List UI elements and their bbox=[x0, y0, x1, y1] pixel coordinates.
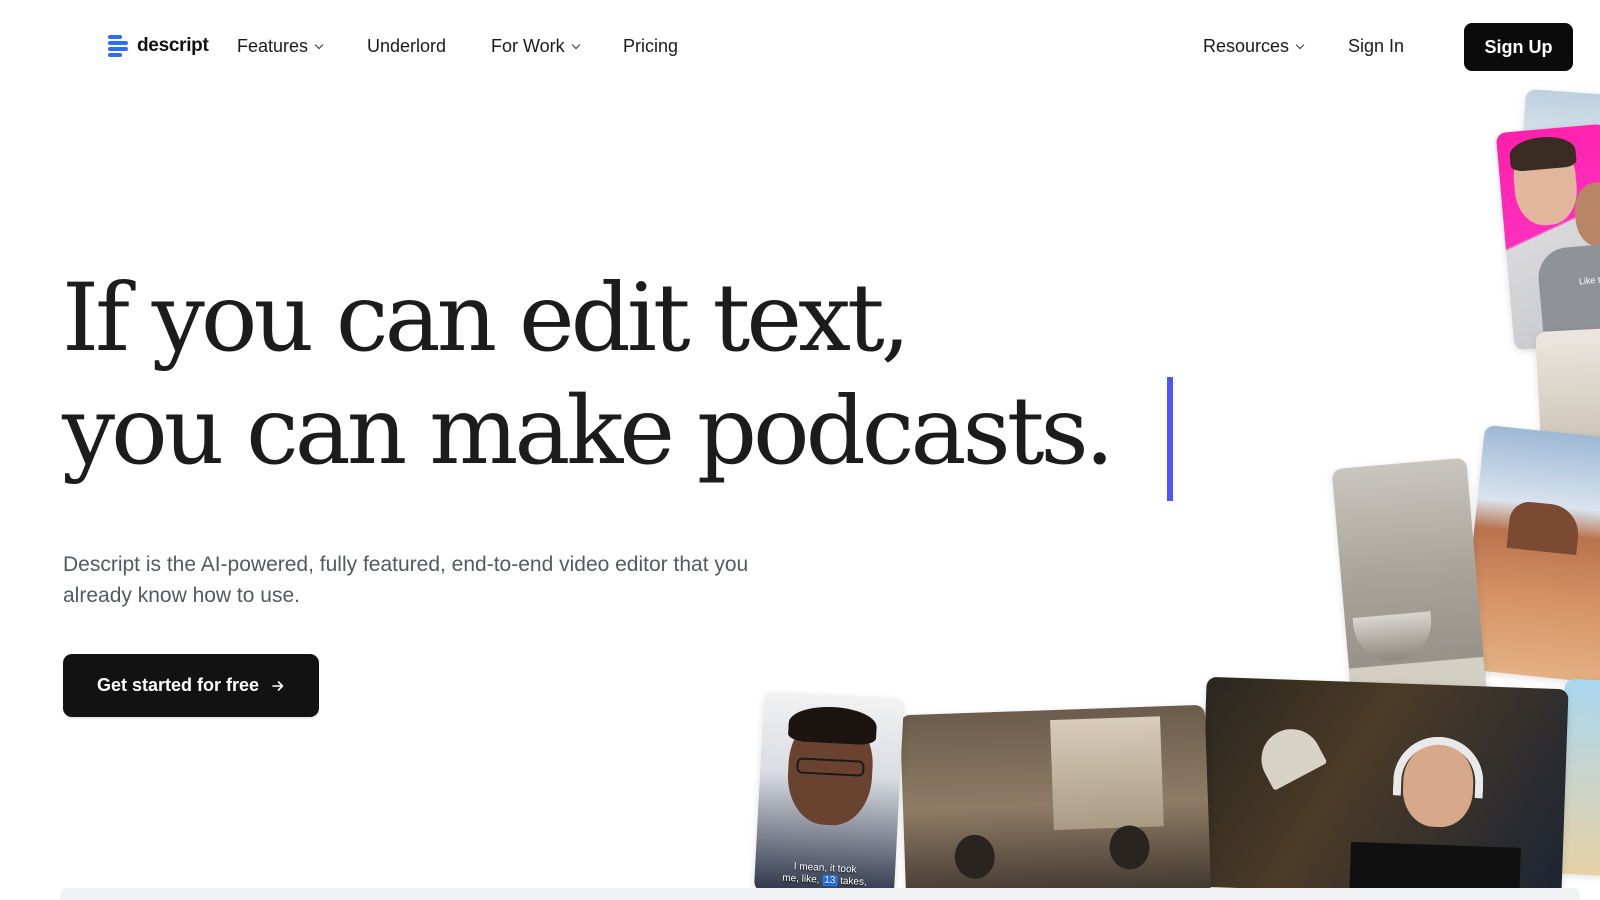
top-nav: descript Features Underlord For Work Pri… bbox=[0, 0, 1600, 96]
hero-subtitle: Descript is the AI-powered, fully featur… bbox=[63, 553, 749, 607]
page: descript Features Underlord For Work Pri… bbox=[0, 0, 1600, 900]
podcast-studio-video-thumbnail bbox=[899, 704, 1212, 900]
descript-logo[interactable]: descript bbox=[108, 33, 209, 59]
get-started-button[interactable]: Get started for free bbox=[63, 654, 319, 717]
interior-thumbnail bbox=[1535, 327, 1600, 443]
host-one bbox=[954, 834, 996, 880]
sign-up-button[interactable]: Sign Up bbox=[1464, 23, 1573, 71]
text-cursor bbox=[1167, 377, 1173, 501]
host-two bbox=[1108, 824, 1151, 871]
chevron-down-icon bbox=[314, 40, 324, 49]
headline-line-2: you can make podcasts. bbox=[62, 377, 1115, 486]
nav-underlord-label: Underlord bbox=[367, 36, 447, 56]
window-light bbox=[1050, 716, 1164, 831]
nav-resources-label: Resources bbox=[1203, 36, 1290, 56]
headline-line-1: If you can edit text, bbox=[62, 264, 911, 373]
kitchen-video-thumbnail bbox=[1331, 457, 1488, 714]
chevron-down-icon bbox=[1295, 40, 1305, 49]
man-hair bbox=[787, 704, 878, 746]
headphones bbox=[1392, 735, 1485, 799]
metal-bowl bbox=[1352, 611, 1435, 664]
logo-text: descript bbox=[137, 35, 209, 56]
hero-headline: If you can edit text, you can make podca… bbox=[62, 262, 1115, 488]
nav-pricing-label: Pricing bbox=[623, 36, 679, 56]
nav-pricing[interactable]: Pricing bbox=[623, 36, 678, 57]
caption-highlight-word: 13 bbox=[821, 874, 838, 887]
tshirt-text: Like tha bbox=[1578, 273, 1600, 287]
rock-formation bbox=[1506, 499, 1582, 556]
section-divider bbox=[60, 888, 1580, 900]
nav-features-label: Features bbox=[237, 36, 309, 56]
desk-lamp bbox=[1250, 718, 1328, 791]
sign-up-label: Sign Up bbox=[1484, 36, 1553, 57]
arrow-right-icon bbox=[272, 680, 284, 691]
person-hair bbox=[1508, 134, 1577, 173]
nav-for-work-label: For Work bbox=[491, 36, 565, 56]
chevron-down-icon bbox=[571, 40, 580, 49]
nav-for-work[interactable]: For Work bbox=[491, 36, 580, 57]
caption-post: takes, bbox=[837, 875, 868, 889]
sign-in-label: Sign In bbox=[1348, 36, 1405, 56]
get-started-label: Get started for free bbox=[96, 675, 260, 695]
descript-logo-icon bbox=[108, 33, 130, 59]
talking-man-video-thumbnail: I mean, it took me, like, 13 takes, bbox=[753, 691, 905, 899]
two-people-video-thumbnail: Like tha bbox=[1495, 123, 1600, 351]
headphones-woman-video-thumbnail bbox=[1199, 676, 1569, 900]
nav-features[interactable]: Features bbox=[237, 36, 324, 57]
video-caption: I mean, it took me, like, 13 takes, bbox=[754, 859, 895, 890]
nav-underlord[interactable]: Underlord bbox=[367, 36, 446, 57]
nav-resources[interactable]: Resources bbox=[1203, 36, 1305, 57]
sign-in-link[interactable]: Sign In bbox=[1348, 36, 1404, 57]
caption-pre: me, like, bbox=[781, 872, 823, 886]
